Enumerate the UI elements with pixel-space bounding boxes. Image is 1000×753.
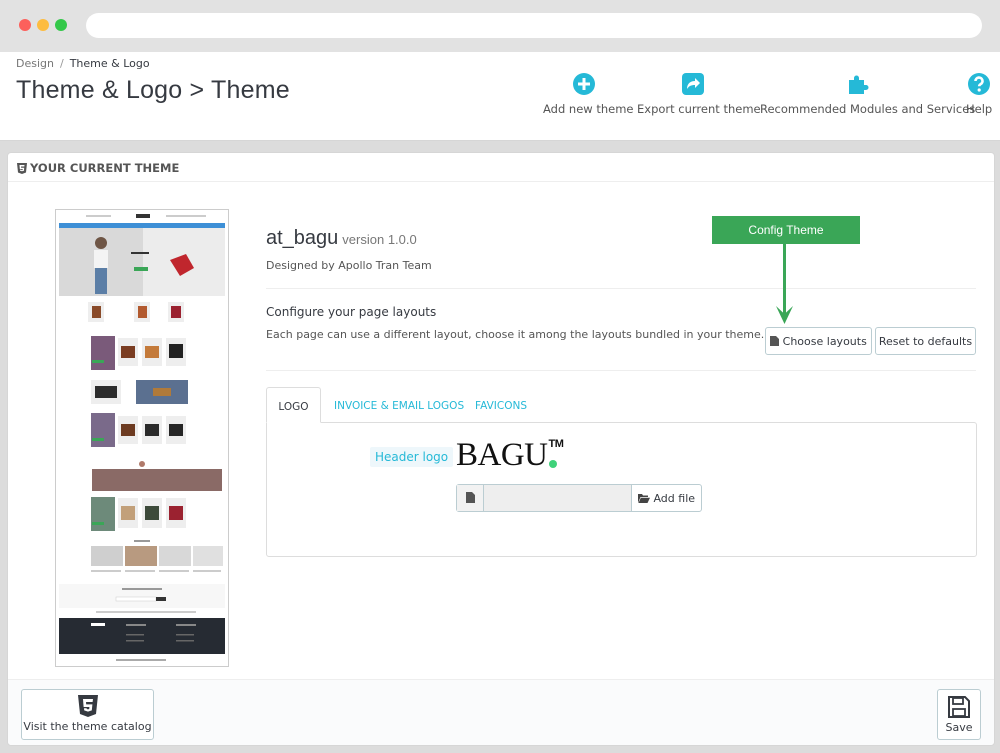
add-new-theme-label: Add new theme bbox=[543, 102, 634, 116]
breadcrumb-separator: / bbox=[59, 57, 64, 70]
panel-heading-label: YOUR CURRENT THEME bbox=[30, 161, 180, 175]
reset-to-defaults-button[interactable]: Reset to defaults bbox=[875, 327, 976, 355]
theme-name-row: at_bagu version 1.0.0 bbox=[266, 227, 417, 250]
floppy-disk-icon bbox=[948, 696, 970, 718]
tab-favicons[interactable]: FAVICONS bbox=[473, 387, 529, 423]
export-current-theme-button[interactable]: Export current theme bbox=[637, 72, 761, 116]
logo-trademark: TM bbox=[548, 438, 564, 450]
recommended-modules-button[interactable]: Recommended Modules and Services bbox=[760, 72, 975, 116]
logo-file-input[interactable] bbox=[484, 485, 631, 511]
add-new-theme-button[interactable]: Add new theme bbox=[543, 72, 634, 116]
browser-chrome bbox=[0, 0, 1000, 52]
tab-logo[interactable]: LOGO bbox=[266, 387, 321, 423]
header-logo-image: BAGUTM bbox=[456, 437, 564, 474]
breadcrumb-parent[interactable]: Design bbox=[16, 57, 54, 70]
reset-to-defaults-label: Reset to defaults bbox=[878, 335, 973, 348]
callout-arrow-icon bbox=[776, 244, 793, 324]
plus-circle-icon bbox=[573, 73, 595, 95]
visit-theme-catalog-button[interactable]: Visit the theme catalog bbox=[21, 689, 154, 740]
html5-icon bbox=[17, 163, 27, 174]
choose-layouts-button[interactable]: Choose layouts bbox=[765, 327, 872, 355]
theme-version: version 1.0.0 bbox=[342, 232, 417, 247]
add-file-button[interactable]: Add file bbox=[631, 485, 701, 511]
theme-preview-graphic bbox=[56, 210, 228, 666]
save-button[interactable]: Save bbox=[937, 689, 981, 740]
window-maximize-dot[interactable] bbox=[55, 19, 67, 31]
file-icon-box bbox=[457, 485, 484, 511]
folder-open-icon bbox=[637, 494, 650, 503]
logo-wordmark: BAGU bbox=[456, 437, 548, 473]
page-header: Design / Theme & Logo Theme & Logo > Theme… bbox=[0, 52, 1000, 141]
layouts-description: Each page can use a different layout, ch… bbox=[266, 328, 765, 341]
help-button[interactable]: Help bbox=[966, 72, 992, 116]
logo-tab-pane: Header logo BAGUTM Add file bbox=[266, 422, 977, 557]
panel-footer bbox=[8, 679, 994, 745]
puzzle-piece-icon bbox=[848, 75, 868, 94]
choose-layouts-label: Choose layouts bbox=[782, 335, 867, 348]
address-bar[interactable] bbox=[86, 13, 982, 38]
header-logo-label: Header logo bbox=[370, 447, 454, 467]
page-title: Theme & Logo > Theme bbox=[16, 76, 290, 104]
current-theme-panel: YOUR CURRENT THEME at_bagu version 1.0.0… bbox=[7, 152, 995, 746]
share-arrow-icon bbox=[681, 73, 704, 95]
export-current-theme-label: Export current theme bbox=[637, 102, 761, 116]
divider bbox=[266, 370, 976, 371]
theme-name: at_bagu bbox=[266, 227, 339, 249]
html5-icon bbox=[77, 695, 98, 717]
theme-preview-image bbox=[55, 209, 229, 667]
config-theme-callout: Config Theme bbox=[712, 216, 860, 244]
help-label: Help bbox=[966, 102, 993, 116]
add-file-label: Add file bbox=[653, 492, 696, 505]
window-close-dot[interactable] bbox=[19, 19, 31, 31]
breadcrumb-current: Theme & Logo bbox=[69, 57, 150, 70]
panel-heading: YOUR CURRENT THEME bbox=[8, 153, 994, 182]
layouts-title: Configure your page layouts bbox=[266, 305, 437, 319]
recommended-modules-label: Recommended Modules and Services bbox=[760, 102, 976, 116]
breadcrumb: Design / Theme & Logo bbox=[16, 57, 150, 70]
file-icon bbox=[466, 492, 475, 503]
logo-file-upload: Add file bbox=[456, 484, 702, 512]
visit-theme-catalog-label: Visit the theme catalog bbox=[23, 720, 152, 733]
file-icon bbox=[770, 336, 780, 346]
help-circle-icon bbox=[968, 73, 990, 95]
theme-author: Designed by Apollo Tran Team bbox=[266, 259, 432, 272]
logo-dot bbox=[549, 460, 557, 468]
divider bbox=[266, 288, 976, 289]
window-minimize-dot[interactable] bbox=[37, 19, 49, 31]
save-label: Save bbox=[945, 721, 973, 734]
tab-invoice-email-logos[interactable]: INVOICE & EMAIL LOGOS bbox=[334, 387, 464, 423]
